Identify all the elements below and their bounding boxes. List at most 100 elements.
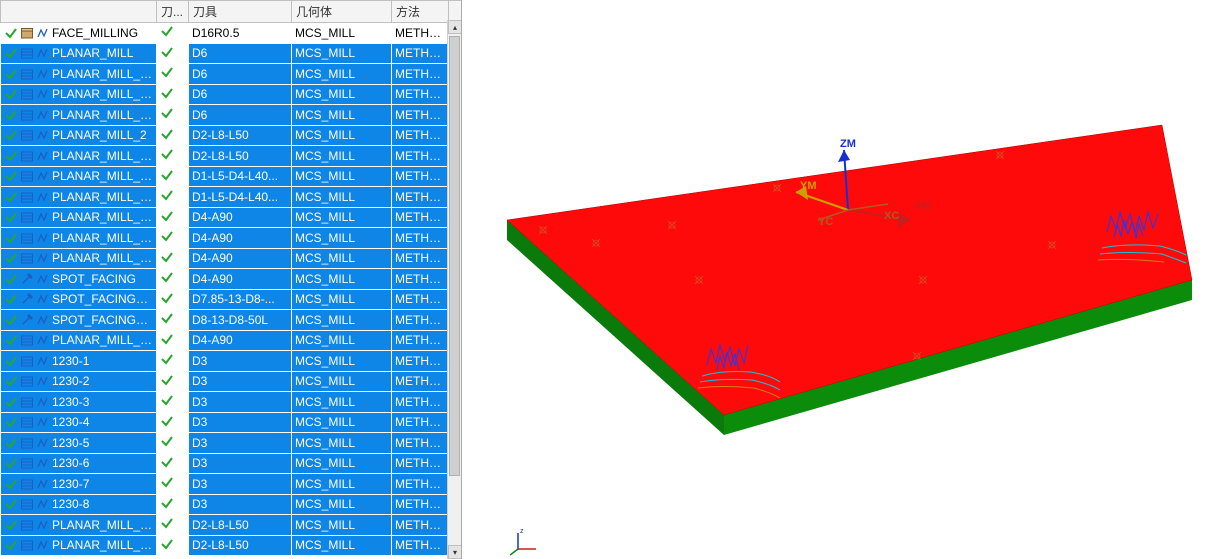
table-row[interactable]: SPOT_FACING_COP...D8-13-D8-50LMCS_MILLME… (1, 310, 462, 331)
table-row[interactable]: PLANAR_MILL_COPYD6MCS_MILLMETHOD (1, 64, 462, 85)
table-row[interactable]: 1230-2D3MCS_MILLMETHOD (1, 371, 462, 392)
op-name: PLANAR_MILL_COP... (52, 108, 153, 122)
op-method: METHOD (392, 310, 449, 331)
table-row[interactable]: FACE_MILLINGD16R0.5MCS_MILLMETHOD (1, 23, 462, 44)
table-row[interactable]: 1230-7D3MCS_MILLMETHOD (1, 474, 462, 495)
table-row[interactable]: PLANAR_MILLD6MCS_MILLMETHOD (1, 43, 462, 64)
table-row[interactable]: PLANAR_MILL_2_C...D4-A90MCS_MILLMETHOD (1, 330, 462, 351)
op-geometry: MCS_MILL (292, 43, 392, 64)
scroll-thumb[interactable] (449, 36, 460, 476)
check-icon (4, 292, 18, 306)
op-geometry: MCS_MILL (292, 84, 392, 105)
op-tool: D6 (189, 64, 292, 85)
op-method: METHOD (392, 289, 449, 310)
table-row[interactable]: PLANAR_MILL_2_C...D1-L5-D4-L40...MCS_MIL… (1, 187, 462, 208)
status-check-icon (160, 47, 174, 62)
operation-navigator: 刀... 刀具 几何体 方法 FACE_MILLINGD16R0.5MCS_MI… (0, 0, 462, 559)
op-geometry: MCS_MILL (292, 392, 392, 413)
op-method: METHOD (392, 494, 449, 515)
toolpath-icon (36, 190, 50, 204)
status-check-icon (160, 252, 174, 267)
check-icon (4, 87, 18, 101)
status-check-icon (160, 436, 174, 451)
table-row[interactable]: SPOT_FACINGD4-A90MCS_MILLMETHOD (1, 269, 462, 290)
col-header-name[interactable] (1, 1, 157, 23)
op-tool: D1-L5-D4-L40... (189, 166, 292, 187)
planar-mill-icon (20, 169, 34, 183)
table-row[interactable]: PLANAR_MILL_COP...D6MCS_MILLMETHOD (1, 84, 462, 105)
scroll-up-arrow[interactable]: ▴ (448, 20, 461, 34)
planar-mill-icon (20, 190, 34, 204)
planar-mill-icon (20, 538, 34, 552)
table-row[interactable]: PLANAR_MILL_2_C...D4-A90MCS_MILLMETHOD (1, 207, 462, 228)
vertical-scrollbar[interactable]: ▴ ▾ (447, 20, 461, 559)
planar-mill-icon (20, 108, 34, 122)
toolpath-icon (36, 354, 50, 368)
check-icon (4, 251, 18, 265)
op-name: 1230-5 (52, 436, 153, 450)
table-row[interactable]: PLANAR_MILL_2_C...D2-L8-L50MCS_MILLMETHO… (1, 535, 462, 556)
op-geometry: MCS_MILL (292, 105, 392, 126)
col-header-state[interactable]: 刀... (157, 1, 189, 23)
check-icon (4, 497, 18, 511)
table-row[interactable]: PLANAR_MILL_2_C...D2-L8-L50MCS_MILLMETHO… (1, 146, 462, 167)
table-row[interactable]: 1230-1D3MCS_MILLMETHOD (1, 351, 462, 372)
table-row[interactable]: PLANAR_MILL_2D2-L8-L50MCS_MILLMETHOD (1, 125, 462, 146)
table-row[interactable]: 1230-3D3MCS_MILLMETHOD (1, 392, 462, 413)
status-check-icon (160, 272, 174, 287)
table-row[interactable]: PLANAR_MILL_2_C...D2-L8-L50MCS_MILLMETHO… (1, 515, 462, 536)
table-row[interactable]: PLANAR_MILL_COP...D6MCS_MILLMETHOD (1, 105, 462, 126)
toolpath-icon (36, 149, 50, 163)
table-row[interactable]: 1230-5D3MCS_MILLMETHOD (1, 433, 462, 454)
check-icon (4, 374, 18, 388)
col-header-tool[interactable]: 刀具 (189, 1, 292, 23)
toolpath-icon (36, 67, 50, 81)
status-check-icon (160, 539, 174, 554)
op-method: METHOD (392, 166, 449, 187)
table-header-row[interactable]: 刀... 刀具 几何体 方法 (1, 1, 462, 23)
status-check-icon (160, 477, 174, 492)
col-header-method[interactable]: 方法 (392, 1, 449, 23)
part-3d-view[interactable] (462, 0, 1217, 559)
table-row[interactable]: PLANAR_MILL_2_C...D4-A90MCS_MILLMETHOD (1, 248, 462, 269)
op-method: METHOD (392, 371, 449, 392)
op-name: 1230-1 (52, 354, 153, 368)
planar-mill-icon (20, 87, 34, 101)
toolpath-icon (36, 26, 50, 40)
status-check-icon (160, 354, 174, 369)
op-method: METHOD (392, 187, 449, 208)
table-row[interactable]: SPOT_FACING_COPYD7.85-13-D8-...MCS_MILLM… (1, 289, 462, 310)
table-row[interactable]: 1230-6D3MCS_MILLMETHOD (1, 453, 462, 474)
operation-table-wrap: 刀... 刀具 几何体 方法 FACE_MILLINGD16R0.5MCS_MI… (0, 0, 461, 559)
face-mill-icon (20, 26, 34, 40)
graphics-viewport[interactable]: ZM YM XM XC YC z (462, 0, 1217, 559)
planar-mill-icon (20, 128, 34, 142)
col-header-geom[interactable]: 几何体 (292, 1, 392, 23)
table-row[interactable]: PLANAR_MILL_2_C...D1-L5-D4-L40...MCS_MIL… (1, 166, 462, 187)
toolpath-icon (36, 128, 50, 142)
op-geometry: MCS_MILL (292, 187, 392, 208)
op-name: 1230-6 (52, 456, 153, 470)
status-check-icon (160, 334, 174, 349)
table-row[interactable]: 1230-4D3MCS_MILLMETHOD (1, 412, 462, 433)
op-name: PLANAR_MILL_COPY (52, 67, 153, 81)
check-icon (4, 436, 18, 450)
toolpath-icon (36, 251, 50, 265)
toolpath-icon (36, 333, 50, 347)
table-row[interactable]: PLANAR_MILL_2_C...D4-A90MCS_MILLMETHOD (1, 228, 462, 249)
operation-table[interactable]: 刀... 刀具 几何体 方法 FACE_MILLINGD16R0.5MCS_MI… (0, 0, 461, 556)
op-name: PLANAR_MILL_COP... (52, 87, 153, 101)
check-icon (4, 518, 18, 532)
status-check-icon (160, 170, 174, 185)
op-method: METHOD (392, 474, 449, 495)
planar-mill-icon (20, 395, 34, 409)
op-method: METHOD (392, 228, 449, 249)
table-row[interactable]: 1230-8D3MCS_MILLMETHOD (1, 494, 462, 515)
toolpath-icon (36, 292, 50, 306)
scroll-down-arrow[interactable]: ▾ (448, 545, 461, 559)
op-geometry: MCS_MILL (292, 474, 392, 495)
toolpath-icon (36, 313, 50, 327)
op-tool: D2-L8-L50 (189, 146, 292, 167)
view-triad-icon[interactable]: z (510, 527, 540, 557)
check-icon (4, 456, 18, 470)
